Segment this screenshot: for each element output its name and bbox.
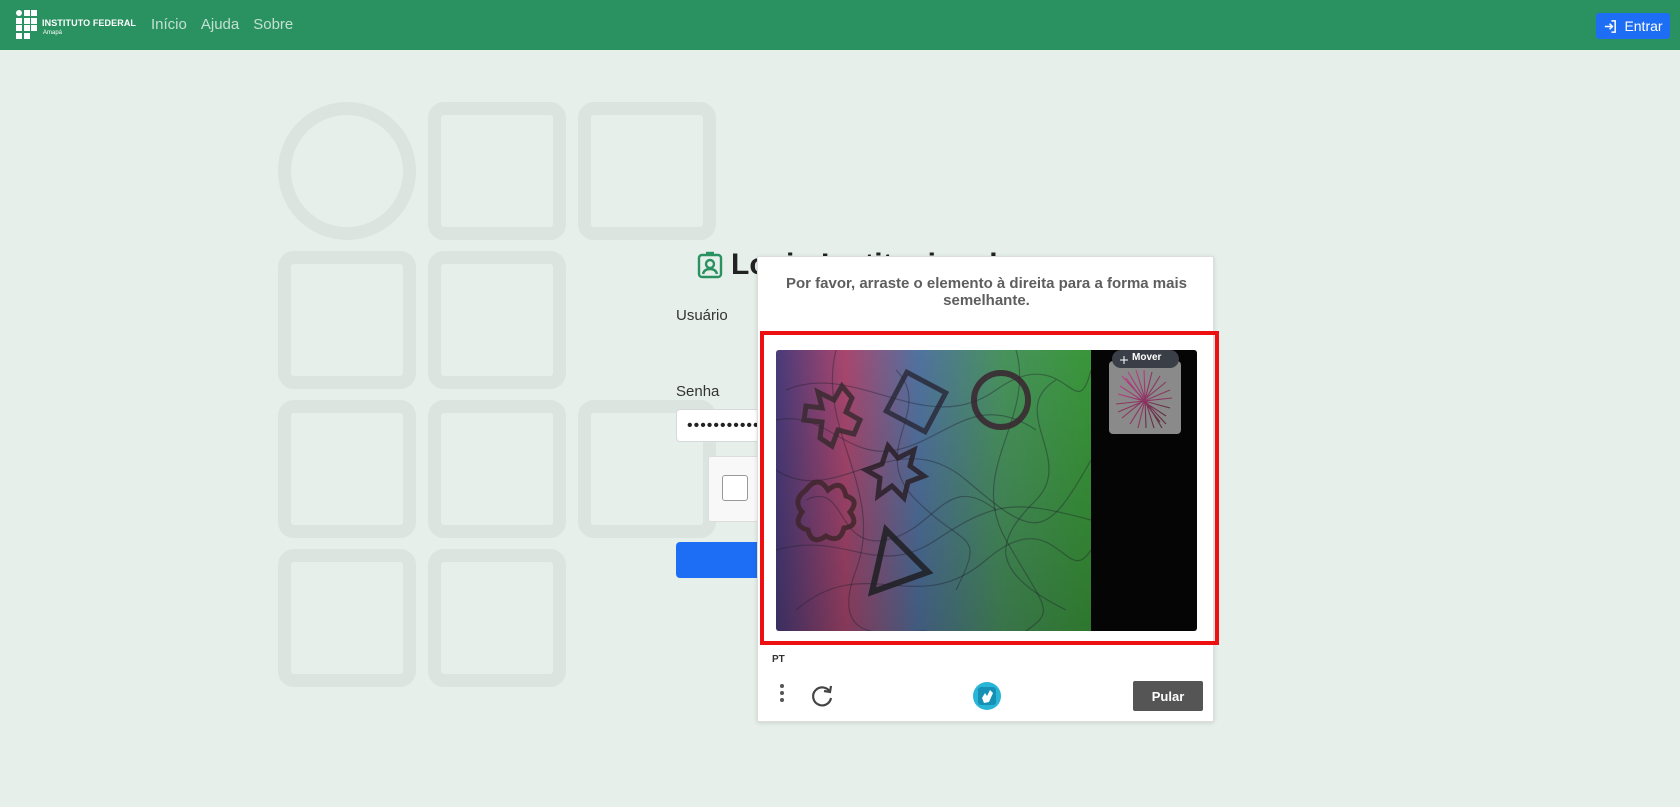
password-label: Senha [676, 383, 720, 400]
nav-link-inicio[interactable]: Início [151, 16, 187, 33]
red-highlight-box [760, 331, 1219, 645]
brand-subtitle: Amapá [43, 29, 63, 36]
nav-link-sobre[interactable]: Sobre [253, 16, 293, 33]
top-navbar: INSTITUTO FEDERAL Amapá Início Ajuda Sob… [0, 0, 1680, 50]
institute-logo-icon [16, 10, 37, 39]
entrar-button-label: Entrar [1624, 18, 1663, 34]
bg-tile [578, 102, 716, 240]
skip-button[interactable]: Pular [1133, 681, 1203, 711]
person-badge-icon [697, 251, 723, 279]
nav-links: Início Ajuda Sobre [151, 16, 293, 33]
bg-tile [278, 400, 416, 538]
bg-tile [428, 400, 566, 538]
brand-title: INSTITUTO FEDERAL [42, 17, 137, 28]
hcaptcha-logo-icon [973, 682, 1001, 710]
login-icon [1605, 19, 1617, 33]
bg-tile [428, 251, 566, 389]
language-selector[interactable]: PT [772, 654, 785, 665]
brand-logo[interactable]: INSTITUTO FEDERAL Amapá [16, 10, 136, 39]
bg-tile [278, 251, 416, 389]
username-label: Usuário [676, 307, 728, 324]
bg-tile [278, 102, 416, 240]
refresh-icon[interactable] [810, 683, 836, 709]
captcha-prompt: Por favor, arraste o elemento à direita … [785, 275, 1187, 309]
entrar-button[interactable]: Entrar [1596, 13, 1670, 39]
more-options-icon[interactable] [776, 682, 788, 708]
bg-tile [428, 549, 566, 687]
bg-tile [428, 102, 566, 240]
nav-link-ajuda[interactable]: Ajuda [201, 16, 239, 33]
captcha-checkbox[interactable] [722, 475, 748, 501]
bg-tile [278, 549, 416, 687]
